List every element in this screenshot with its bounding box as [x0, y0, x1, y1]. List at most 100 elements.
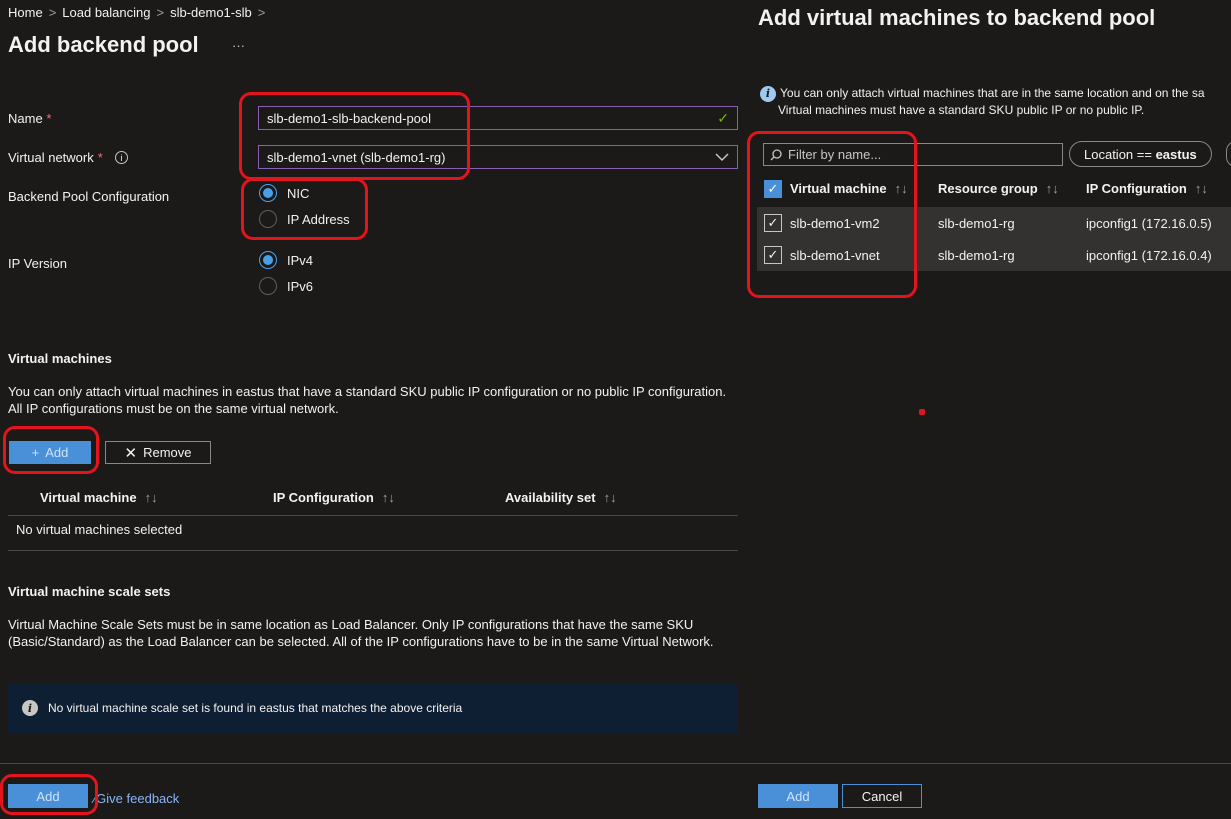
radio-unselected-icon [259, 277, 277, 295]
radio-ipv4-label: IPv4 [287, 252, 314, 268]
vmss-section-title: Virtual machine scale sets [8, 584, 171, 599]
chevron-right-icon: > [48, 5, 57, 20]
remove-vm-button[interactable]: ✕ Remove [105, 441, 211, 464]
vm-section-description: You can only attach virtual machines in … [8, 383, 743, 417]
breadcrumb-load-balancing[interactable]: Load balancing [62, 5, 150, 20]
column-label: IP Configuration [273, 490, 374, 505]
sort-icon: ↑↓ [1194, 181, 1208, 196]
column-availability-set[interactable]: Availability set ↑↓ [505, 490, 617, 505]
vmss-section-description: Virtual Machine Scale Sets must be in sa… [8, 616, 743, 650]
column-virtual-machine[interactable]: Virtual machine ↑↓ [40, 490, 158, 505]
vmss-description-line-2: (Basic/Standard) as the Load Balancer ca… [8, 634, 714, 649]
add-vm-button[interactable]: + Add [9, 441, 91, 464]
column-label: Virtual machine [40, 490, 137, 505]
chevron-right-icon: > [156, 5, 165, 20]
divider [8, 515, 738, 516]
info-icon: i [760, 85, 776, 102]
filter-placeholder: Filter by name... [788, 147, 882, 162]
name-field-value: slb-demo1-slb-backend-pool [267, 110, 432, 126]
location-filter-value: eastus [1155, 146, 1197, 162]
breadcrumb-slb[interactable]: slb-demo1-slb [170, 5, 252, 20]
radio-ipv4[interactable]: IPv4 [259, 251, 313, 269]
radio-ip-address[interactable]: IP Address [259, 210, 350, 228]
checkbox-icon[interactable]: ✓ [764, 246, 782, 264]
vnet-label: Virtual network * i [8, 150, 128, 165]
sort-icon: ↑↓ [381, 490, 395, 505]
breadcrumb: Home > Load balancing > slb-demo1-slb > [8, 5, 271, 20]
sort-icon: ↑↓ [1045, 181, 1059, 196]
select-all-checkbox[interactable]: ✓ [764, 180, 782, 198]
panel-column-ip-configuration[interactable]: IP Configuration ↑↓ [1086, 181, 1208, 196]
row-ip-configuration: ipconfig1 (172.16.0.5) [1086, 215, 1212, 231]
footer-divider [0, 763, 745, 764]
radio-ip-address-label: IP Address [287, 211, 350, 227]
vm-description-line-2: All IP configurations must be on the sam… [8, 401, 339, 416]
breadcrumb-home[interactable]: Home [8, 5, 43, 20]
plus-icon: + [31, 445, 40, 460]
vm-empty-text: No virtual machines selected [16, 522, 183, 537]
add-vm-button-label: Add [45, 445, 69, 460]
column-label: IP Configuration [1086, 181, 1187, 196]
name-label: Name * [8, 111, 51, 126]
red-mark [919, 409, 925, 415]
location-filter-key: Location == [1084, 146, 1152, 162]
column-label: Availability set [505, 490, 596, 505]
radio-ipv6[interactable]: IPv6 [259, 277, 313, 295]
footer-add-button[interactable]: Add [8, 784, 88, 808]
row-vm-name: slb-demo1-vnet [790, 247, 880, 263]
remove-vm-button-label: Remove [143, 445, 192, 460]
footer-divider [745, 763, 1231, 764]
radio-nic[interactable]: NIC [259, 184, 309, 202]
more-options-icon[interactable]: ··· [232, 38, 245, 53]
checkbox-icon: ✓ [764, 180, 782, 198]
row-resource-group: slb-demo1-rg [938, 247, 1015, 263]
vnet-label-text: Virtual network [8, 150, 94, 165]
info-icon[interactable]: i [114, 151, 128, 164]
close-icon: ✕ [124, 444, 138, 462]
panel-cancel-button[interactable]: Cancel [842, 784, 922, 808]
search-icon [770, 148, 782, 160]
checkmark-icon: ✓ [717, 109, 729, 126]
panel-column-resource-group[interactable]: Resource group ↑↓ [938, 181, 1059, 196]
name-field[interactable]: slb-demo1-slb-backend-pool ✓ [258, 106, 738, 130]
checkbox-icon[interactable]: ✓ [764, 214, 782, 232]
vmss-description-line-1: Virtual Machine Scale Sets must be in sa… [8, 617, 694, 632]
sort-icon: ↑↓ [144, 490, 158, 505]
panel-info-line-1: You can only attach virtual machines tha… [780, 86, 1205, 100]
vnet-dropdown[interactable]: slb-demo1-vnet (slb-demo1-rg) [258, 145, 738, 169]
page-title: Add backend pool [8, 32, 199, 57]
location-filter-pill[interactable]: Location == eastus [1069, 141, 1212, 167]
add-backend-pool-blade: Home > Load balancing > slb-demo1-slb > … [0, 0, 745, 819]
radio-nic-label: NIC [287, 185, 310, 201]
sort-icon: ↑↓ [603, 490, 617, 505]
column-ip-configuration[interactable]: IP Configuration ↑↓ [273, 490, 395, 505]
sort-icon: ↑↓ [894, 181, 908, 196]
column-label: Resource group [938, 181, 1038, 196]
radio-selected-icon [259, 184, 277, 202]
panel-add-button[interactable]: Add [758, 784, 838, 808]
give-feedback-label: Give feedback [96, 791, 180, 806]
pool-config-label: Backend Pool Configuration [8, 189, 170, 204]
chevron-down-icon [715, 153, 729, 162]
vnet-dropdown-value: slb-demo1-vnet (slb-demo1-rg) [267, 149, 446, 165]
filter-input[interactable]: Filter by name... [763, 143, 1063, 166]
vm-section-title: Virtual machines [8, 351, 112, 366]
ip-version-label: IP Version [8, 256, 68, 271]
row-resource-group: slb-demo1-rg [938, 215, 1015, 231]
table-row[interactable]: ✓ slb-demo1-vnet slb-demo1-rg ipconfig1 … [757, 239, 1231, 271]
panel-title: Add virtual machines to backend pool [758, 5, 1156, 30]
vm-description-line-1: You can only attach virtual machines in … [8, 384, 727, 399]
panel-info: i You can only attach virtual machines t… [760, 85, 1231, 119]
divider [8, 550, 738, 551]
give-feedback-link[interactable]: ⁄Give feedback [94, 791, 179, 806]
panel-column-virtual-machine[interactable]: Virtual machine ↑↓ [790, 181, 908, 196]
radio-selected-icon [259, 251, 277, 269]
required-mark: * [97, 150, 103, 165]
column-label: Virtual machine [790, 181, 887, 196]
required-mark: * [46, 111, 52, 126]
vmss-info-box: i No virtual machine scale set is found … [8, 683, 738, 733]
add-vms-panel [745, 0, 1231, 819]
row-ip-configuration: ipconfig1 (172.16.0.4) [1086, 247, 1212, 263]
table-row[interactable]: ✓ slb-demo1-vm2 slb-demo1-rg ipconfig1 (… [757, 207, 1231, 239]
panel-info-line-2: Virtual machines must have a standard SK… [778, 103, 1145, 117]
